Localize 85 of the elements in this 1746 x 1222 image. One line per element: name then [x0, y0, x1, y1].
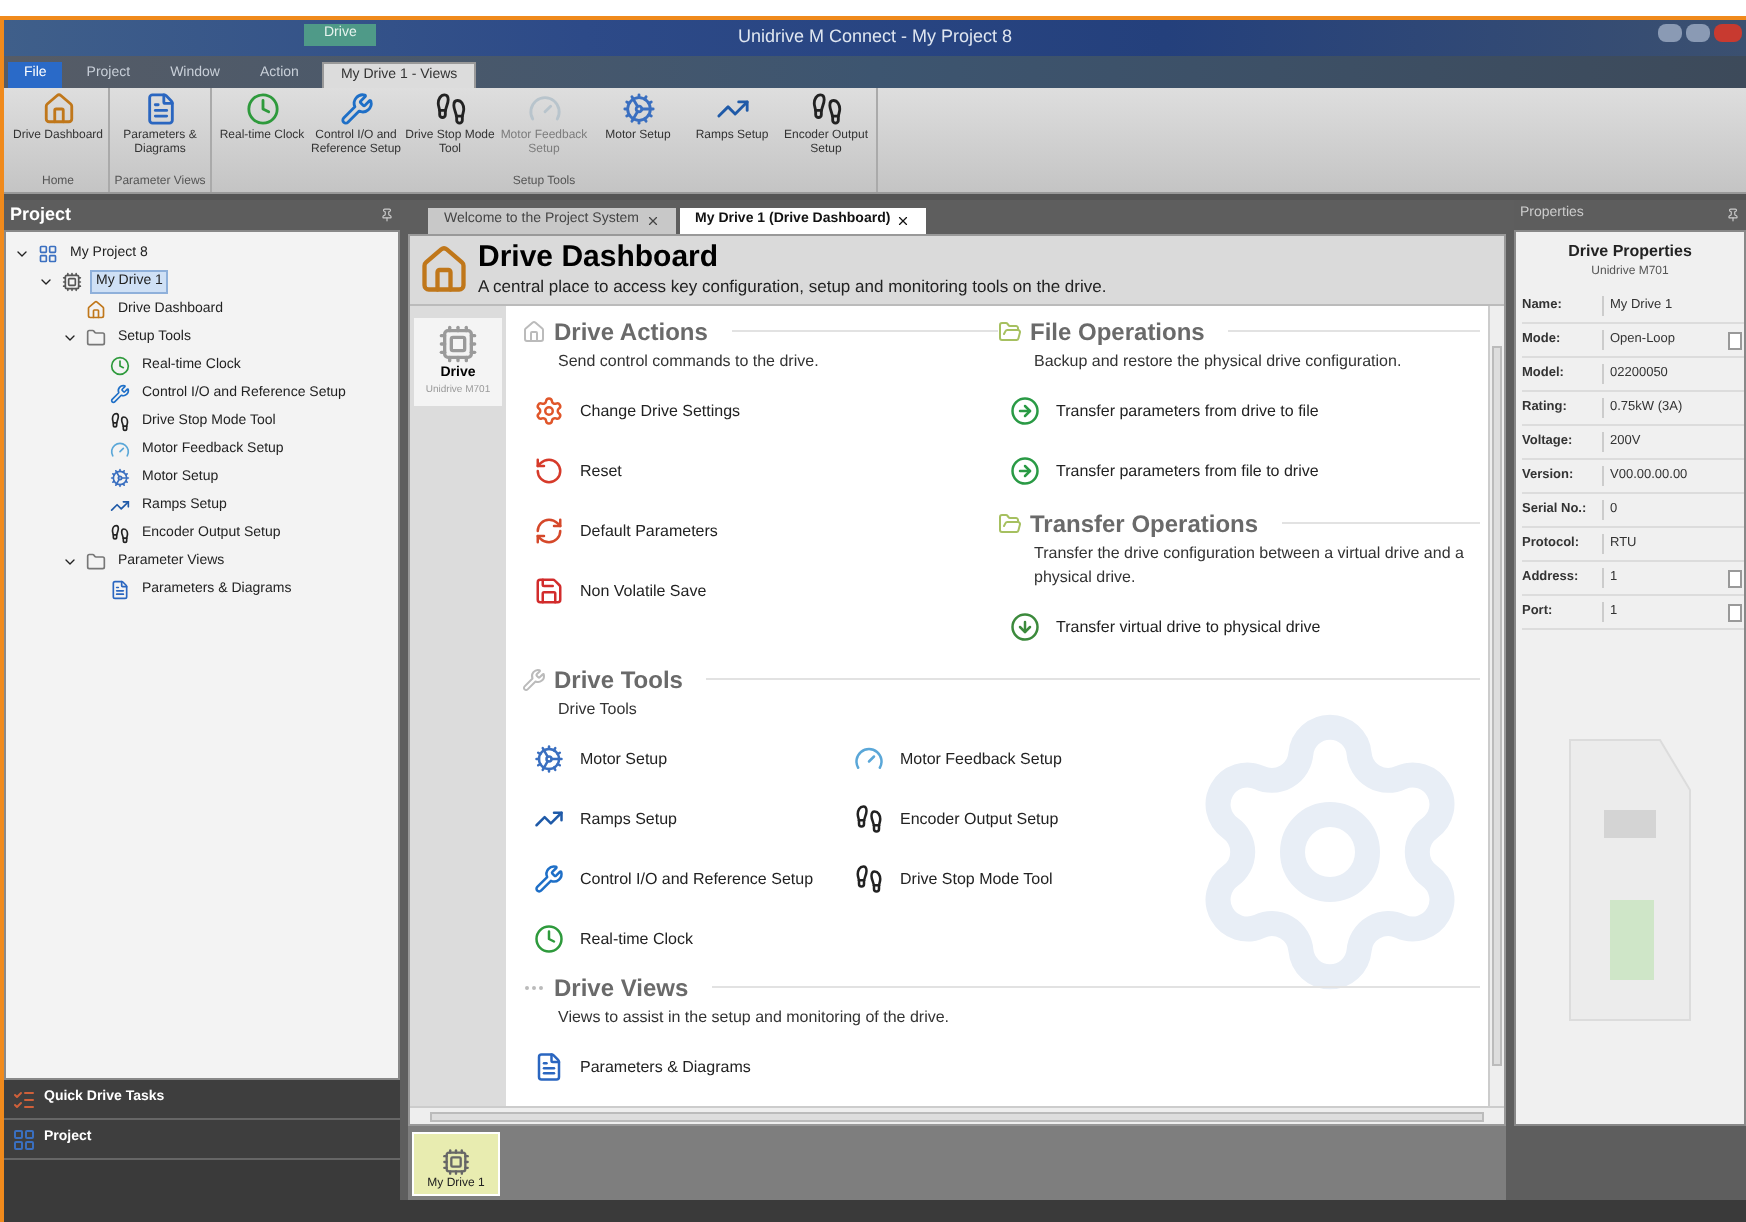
- footprints-icon: [110, 412, 130, 432]
- action-link[interactable]: Change Drive Settings: [580, 399, 741, 424]
- gear-icon: [534, 744, 564, 775]
- gauge-icon: [854, 744, 884, 775]
- expander-icon[interactable]: [62, 330, 78, 346]
- wrench-icon: [110, 384, 130, 404]
- footprints-icon: [854, 864, 884, 895]
- action-link[interactable]: Non Volatile Save: [580, 579, 707, 604]
- section-title: Drive Views: [554, 971, 689, 1006]
- refresh-icon: [534, 516, 564, 547]
- footprints-icon: [809, 92, 843, 126]
- section-title: File Operations: [1030, 315, 1205, 350]
- panel-title: Project: [10, 201, 72, 228]
- section-description: Views to assist in the setup and monitoring of the drive.: [556, 1005, 952, 1030]
- folder-icon: [998, 511, 1022, 536]
- grid-icon: [12, 1127, 36, 1151]
- action-link[interactable]: Transfer parameters from drive to file: [1056, 399, 1319, 424]
- clock-icon: [245, 92, 279, 126]
- house-icon: [86, 300, 106, 320]
- expander-icon[interactable]: [38, 274, 54, 290]
- save-icon: [534, 576, 564, 607]
- section-title: Drive Actions: [554, 315, 708, 350]
- gear-icon: [110, 468, 130, 488]
- house-icon: [522, 319, 546, 344]
- gear-icon: [621, 92, 655, 126]
- action-link[interactable]: Reset: [580, 459, 622, 484]
- expander-icon[interactable]: [62, 554, 78, 570]
- footprints-icon: [433, 92, 467, 126]
- house-icon: [41, 92, 75, 126]
- minimize-icon[interactable]: [1658, 24, 1682, 42]
- gauge-icon: [527, 92, 561, 126]
- folder-icon: [998, 319, 1022, 344]
- folder-icon: [86, 328, 106, 348]
- section-description: Transfer the drive configuration between a virtual drive and a physical drive.: [1032, 541, 1466, 590]
- download-icon: [1010, 612, 1040, 643]
- action-link[interactable]: Motor Feedback Setup: [900, 747, 1062, 772]
- grid-icon: [38, 244, 58, 264]
- folder-icon: [86, 552, 106, 572]
- action-link[interactable]: Default Parameters: [580, 519, 718, 544]
- arrow-circle-icon: [1010, 396, 1040, 427]
- action-link[interactable]: Transfer virtual drive to physical drive: [1056, 615, 1321, 640]
- document-icon: [110, 580, 130, 600]
- close-icon[interactable]: [896, 214, 911, 228]
- action-link[interactable]: Motor Setup: [580, 747, 668, 772]
- action-link[interactable]: Ramps Setup: [580, 807, 677, 832]
- window-title: Unidrive M Connect - My Project 8: [737, 24, 1013, 51]
- edit-button[interactable]: [1728, 331, 1742, 349]
- wrench-icon: [339, 92, 373, 126]
- drive-icon: [442, 1148, 470, 1176]
- house-icon: [418, 243, 470, 296]
- drive-icon: [438, 323, 478, 364]
- dashboard-subtitle: A central place to access key configuration, setup and monitoring tools on the drive.: [478, 274, 1107, 300]
- document-icon: [143, 92, 177, 126]
- action-link[interactable]: Drive Stop Mode Tool: [900, 867, 1053, 892]
- expander-icon[interactable]: [14, 246, 30, 262]
- footprints-icon: [854, 804, 884, 835]
- clock-icon: [534, 924, 564, 955]
- section-description: Backup and restore the physical drive configuration.: [1032, 349, 1404, 374]
- action-link[interactable]: Encoder Output Setup: [900, 807, 1059, 832]
- section-description: Drive Tools: [556, 697, 639, 722]
- section-description: Send control commands to the drive.: [556, 349, 821, 374]
- trend-icon: [110, 496, 130, 516]
- action-link[interactable]: Parameters & Diagrams: [580, 1055, 751, 1080]
- section-title: Transfer Operations: [1030, 507, 1259, 542]
- gauge-icon: [110, 440, 130, 460]
- chip-icon: [62, 272, 82, 292]
- checklist-icon: [12, 1087, 36, 1111]
- pin-icon[interactable]: [380, 208, 394, 222]
- document-icon: [534, 1052, 564, 1083]
- pin-icon[interactable]: [1726, 208, 1740, 222]
- action-link[interactable]: Transfer parameters from file to drive: [1056, 459, 1319, 484]
- action-link[interactable]: Control I/O and Reference Setup: [580, 867, 814, 892]
- undo-icon: [534, 456, 564, 487]
- arrow-circle-icon: [1010, 456, 1040, 487]
- section-title: Drive Tools: [554, 663, 683, 698]
- action-link[interactable]: Real-time Clock: [580, 927, 693, 952]
- wrench-icon: [522, 667, 546, 692]
- wrench-icon: [534, 864, 564, 895]
- clock-icon: [110, 356, 130, 376]
- footprints-icon: [110, 524, 130, 544]
- dashboard-title: Drive Dashboard: [478, 240, 721, 274]
- settings-icon: [534, 396, 564, 427]
- close-icon[interactable]: [645, 214, 660, 228]
- properties-title: Drive Properties: [1568, 240, 1692, 264]
- maximize-icon[interactable]: [1686, 24, 1710, 42]
